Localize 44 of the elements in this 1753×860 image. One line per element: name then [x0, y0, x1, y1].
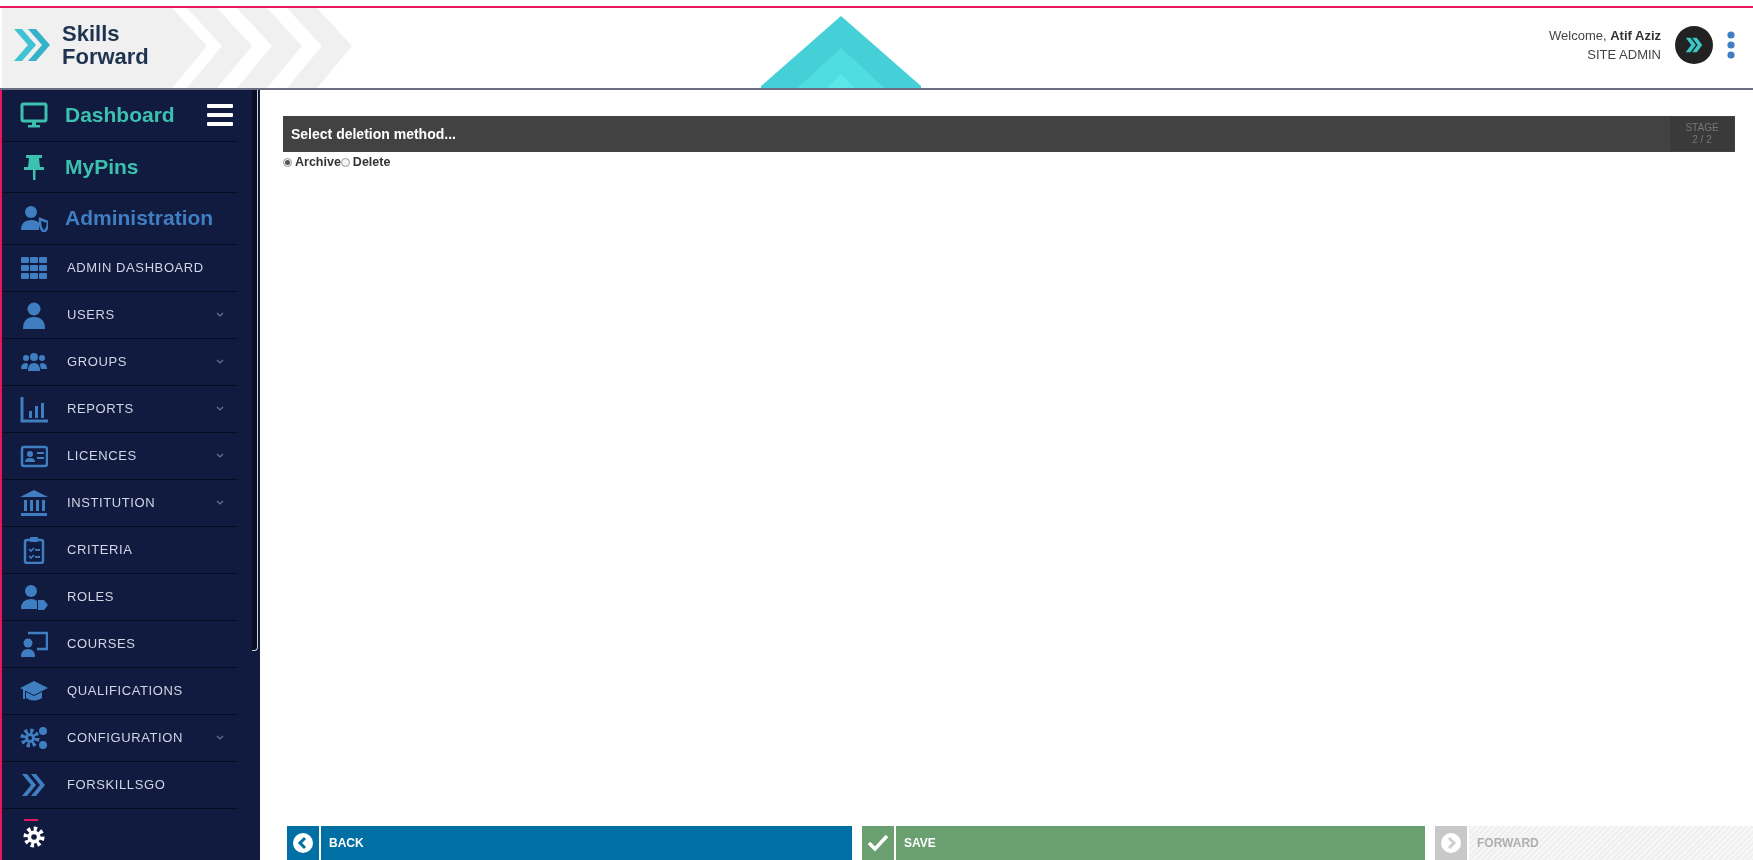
sidebar-item[interactable]: FORSKILLSGO: [2, 761, 238, 809]
checkmark-icon: [867, 832, 889, 854]
chevron-emblem-icon: [761, 16, 921, 88]
sidebar-item[interactable]: REPORTS: [2, 385, 238, 433]
menu-icon: [207, 103, 233, 128]
bank-icon: [20, 488, 48, 517]
sidebar-item[interactable]: CONFIGURATION: [2, 714, 238, 762]
logo-text: Forward: [62, 45, 149, 68]
logo-text: Skills: [62, 22, 121, 45]
user-role: SITE ADMIN: [1586, 46, 1661, 64]
radio-option[interactable]: Delete: [340, 155, 391, 169]
radio-button[interactable]: [283, 157, 292, 167]
stage-indicator: STAGE 2 / 2: [1670, 117, 1734, 151]
sidebar-item[interactable]: COURSES: [2, 620, 238, 668]
monitor-icon: [20, 101, 48, 130]
more-menu-icon: [1727, 31, 1735, 59]
sidebar-item[interactable]: LICENCES: [2, 432, 238, 480]
welcome-text: Welcome, Atif Aziz: [1549, 27, 1661, 45]
user-shield-icon: [20, 204, 48, 233]
sidebar-section[interactable]: MyPins: [2, 141, 238, 193]
sidebar-item[interactable]: ADMIN DASHBOARD: [2, 244, 238, 292]
sidebar-item[interactable]: QUALIFICATIONS: [2, 667, 238, 715]
sidebar-item[interactable]: ROLES: [2, 573, 238, 621]
panel-title: Select deletion method...: [290, 126, 457, 142]
sidebar-section[interactable]: Dashboard: [2, 90, 238, 142]
section-label: MyPins: [65, 154, 140, 179]
notification-mark: [24, 818, 38, 821]
user-tag-icon: [20, 582, 48, 611]
sidebar-item[interactable]: USERS: [2, 291, 238, 339]
user-avatar[interactable]: [1675, 26, 1713, 64]
section-label: Administration: [65, 206, 215, 231]
section-label: Dashboard: [65, 103, 176, 128]
presentation-icon: [20, 629, 48, 658]
radio-button[interactable]: [340, 157, 350, 167]
sidebar-section[interactable]: Administration: [2, 193, 238, 245]
user-icon: [20, 300, 48, 329]
sidebar-item[interactable]: GROUPS: [2, 338, 238, 386]
scrollbar[interactable]: [252, 90, 258, 651]
sidebar-item[interactable]: INSTITUTION: [2, 479, 238, 527]
back-button[interactable]: BACK: [287, 826, 852, 860]
radio-option[interactable]: Archive: [283, 155, 341, 169]
sidebar-item[interactable]: CRITERIA: [2, 526, 238, 574]
bar-chart-icon: [20, 394, 48, 423]
settings-icon: [22, 824, 46, 849]
